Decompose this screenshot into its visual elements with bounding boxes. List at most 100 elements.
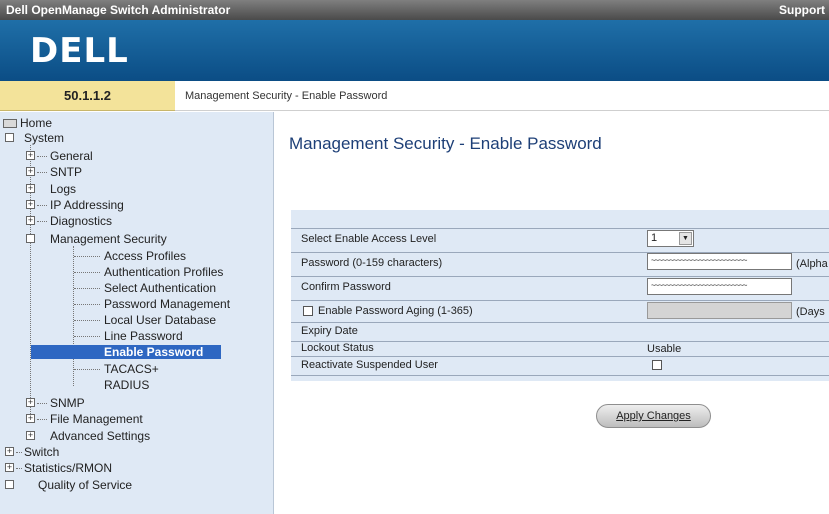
divider bbox=[291, 276, 829, 277]
tree-item-label: Select Authentication bbox=[104, 281, 217, 295]
expand-box-icon[interactable]: + bbox=[26, 151, 35, 160]
tree-connector bbox=[16, 468, 22, 469]
tree-item-label: Line Password bbox=[104, 329, 183, 343]
reactivate-user-label: Reactivate Suspended User bbox=[301, 359, 438, 371]
tree-item-label: File Management bbox=[50, 412, 143, 426]
tree-item-select-authentication[interactable]: Select Authentication bbox=[104, 281, 216, 295]
password-aging-field[interactable] bbox=[647, 302, 792, 319]
password-label: Password (0-159 characters) bbox=[301, 257, 443, 269]
tree-connector bbox=[37, 419, 47, 420]
tree-item-line-password[interactable]: Line Password bbox=[104, 329, 183, 343]
lockout-status-label: Lockout Status bbox=[301, 342, 374, 354]
tree-item-snmp[interactable]: SNMP bbox=[50, 396, 85, 410]
access-level-label: Select Enable Access Level bbox=[301, 233, 437, 245]
tree-item-label: System bbox=[24, 131, 65, 145]
confirm-password-label: Confirm Password bbox=[301, 281, 391, 293]
tree-connector bbox=[37, 172, 47, 173]
tree-item-label: SNTP bbox=[50, 165, 83, 179]
expand-box-icon[interactable] bbox=[5, 480, 14, 489]
password-field[interactable]: ~~~~~~~~~~~~~~~~~~~~~~~~~~ bbox=[647, 253, 792, 270]
tree-item-label: Authentication Profiles bbox=[104, 265, 224, 279]
tree-item-quality-of-service[interactable]: Quality of Service bbox=[38, 478, 132, 492]
divider bbox=[291, 322, 829, 323]
breadcrumb: Management Security - Enable Password bbox=[175, 81, 829, 111]
tree-item-label: Management Security bbox=[50, 232, 167, 246]
navigation-tree: Home System + General + SNTP + Logs + IP… bbox=[0, 112, 274, 514]
page-title: Management Security - Enable Password bbox=[289, 134, 602, 153]
tree-item-diagnostics[interactable]: Diagnostics bbox=[50, 214, 112, 228]
expand-box-icon[interactable]: + bbox=[26, 398, 35, 407]
password-aging-unit: (Days bbox=[796, 306, 825, 318]
tree-item-label: Local User Database bbox=[104, 313, 217, 327]
tree-item-management-security[interactable]: Management Security bbox=[50, 232, 167, 246]
tree-connector bbox=[74, 369, 100, 370]
tree-item-file-management[interactable]: File Management bbox=[50, 412, 143, 426]
tree-item-home[interactable]: Home bbox=[3, 116, 52, 130]
tree-item-authentication-profiles[interactable]: Authentication Profiles bbox=[104, 265, 223, 279]
password-aging-label: Enable Password Aging (1-365) bbox=[318, 305, 473, 317]
tree-connector bbox=[74, 336, 100, 337]
reactivate-user-checkbox[interactable] bbox=[652, 360, 662, 370]
tree-item-password-management[interactable]: Password Management bbox=[104, 297, 230, 311]
expand-box-icon[interactable]: + bbox=[26, 431, 35, 440]
password-unit: (Alpha bbox=[796, 258, 828, 270]
tree-item-enable-password[interactable]: Enable Password bbox=[31, 345, 221, 359]
tree-connector bbox=[74, 256, 100, 257]
tree-item-label: SNMP bbox=[50, 396, 85, 410]
tree-connector bbox=[74, 272, 100, 273]
expand-box-icon[interactable]: + bbox=[26, 216, 35, 225]
tree-connector bbox=[74, 320, 100, 321]
expand-box-icon[interactable]: + bbox=[26, 167, 35, 176]
tree-item-label: Statistics/RMON bbox=[24, 461, 113, 475]
tree-item-radius[interactable]: RADIUS bbox=[104, 378, 149, 392]
tree-connector bbox=[74, 288, 100, 289]
tree-item-switch[interactable]: Switch bbox=[24, 445, 59, 459]
tree-item-advanced-settings[interactable]: Advanced Settings bbox=[50, 429, 150, 443]
tree-item-label: TACACS+ bbox=[104, 362, 159, 376]
confirm-password-field[interactable]: ~~~~~~~~~~~~~~~~~~~~~~~~~~ bbox=[647, 278, 792, 295]
tree-connector bbox=[37, 221, 47, 222]
tree-item-access-profiles[interactable]: Access Profiles bbox=[104, 249, 186, 263]
tree-item-label: Password Management bbox=[104, 297, 231, 311]
tree-connector bbox=[37, 205, 47, 206]
tree-item-local-user-database[interactable]: Local User Database bbox=[104, 313, 216, 327]
ip-address: 50.1.1.2 bbox=[0, 81, 175, 111]
tree-item-label: Diagnostics bbox=[50, 214, 113, 228]
tree-item-sntp[interactable]: SNTP bbox=[50, 165, 82, 179]
access-level-value: 1 bbox=[651, 232, 658, 244]
expiry-date-label: Expiry Date bbox=[301, 325, 358, 337]
tree-connector bbox=[37, 403, 47, 404]
tree-item-label: Switch bbox=[24, 445, 60, 459]
lockout-status-value: Usable bbox=[647, 343, 682, 355]
collapse-box-icon[interactable] bbox=[5, 133, 14, 142]
access-level-select[interactable]: 1 ▼ bbox=[647, 230, 694, 247]
tree-connector bbox=[73, 246, 74, 386]
collapse-box-icon[interactable] bbox=[26, 234, 35, 243]
tree-connector bbox=[37, 156, 47, 157]
tree-item-label: RADIUS bbox=[104, 378, 150, 392]
tree-item-statistics-rmon[interactable]: Statistics/RMON bbox=[24, 461, 112, 475]
expand-box-icon[interactable]: + bbox=[5, 447, 14, 456]
divider bbox=[291, 356, 829, 357]
tree-item-tacacs[interactable]: TACACS+ bbox=[104, 362, 159, 376]
tree-item-logs[interactable]: Logs bbox=[50, 182, 76, 196]
divider bbox=[291, 228, 829, 229]
expand-box-icon[interactable]: + bbox=[5, 463, 14, 472]
tree-connector bbox=[16, 452, 22, 453]
tree-item-system[interactable]: System bbox=[24, 131, 64, 145]
expand-box-icon[interactable]: + bbox=[26, 200, 35, 209]
banner: DELL bbox=[0, 20, 829, 81]
apply-changes-button[interactable]: Apply Changes bbox=[596, 404, 711, 428]
enable-password-aging-checkbox[interactable] bbox=[303, 306, 313, 316]
support-link[interactable]: Support bbox=[779, 0, 825, 20]
tree-item-label: Quality of Service bbox=[38, 478, 133, 492]
app-title: Dell OpenManage Switch Administrator bbox=[6, 3, 231, 17]
chevron-down-icon[interactable]: ▼ bbox=[679, 232, 692, 245]
divider bbox=[291, 300, 829, 301]
title-bar: Dell OpenManage Switch Administrator Sup… bbox=[0, 0, 829, 20]
expand-box-icon[interactable]: + bbox=[26, 414, 35, 423]
tree-item-ip-addressing[interactable]: IP Addressing bbox=[50, 198, 124, 212]
divider bbox=[291, 375, 829, 376]
expand-box-icon[interactable]: + bbox=[26, 184, 35, 193]
tree-item-general[interactable]: General bbox=[50, 149, 93, 163]
